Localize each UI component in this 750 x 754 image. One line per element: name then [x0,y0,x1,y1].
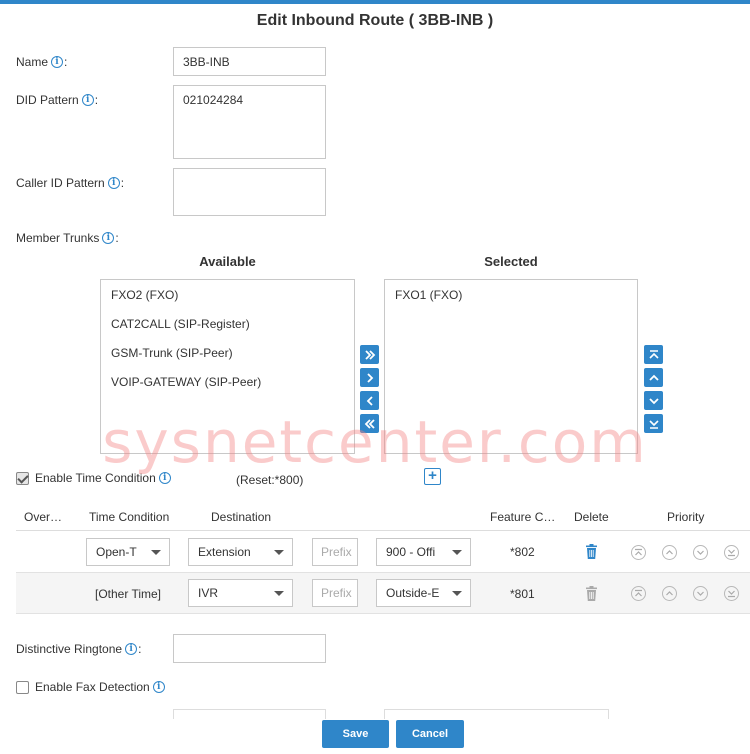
move-bottom-button[interactable] [644,414,663,433]
time-condition-value: [Other Time] [95,587,162,601]
column-header: Priority [667,510,705,524]
chevron-up-icon [648,374,659,381]
move-top-button[interactable] [644,345,663,364]
feature-code: *802 [510,545,535,559]
destination-select[interactable]: 900 - Offi [376,538,471,566]
move-all-right-button[interactable] [360,345,379,364]
distinctive-ringtone-field[interactable] [173,634,326,663]
feature-code: *801 [510,587,535,601]
page-title: Edit Inbound Route ( 3BB-INB ) [256,12,494,29]
reset-feature-code: (Reset:*800) [236,473,304,487]
list-item[interactable]: CAT2CALL (SIP-Register) [101,310,354,339]
top-accent-bar [0,0,750,4]
list-item[interactable]: VOIP-GATEWAY (SIP-Peer) [101,368,354,397]
move-top-icon [648,349,659,359]
chevron-down-icon [151,550,161,555]
save-button[interactable]: Save [322,720,389,748]
info-icon[interactable]: i [81,94,94,106]
destination-select[interactable]: Outside-E [376,579,471,607]
did-pattern-field[interactable]: 021024284 [173,85,326,159]
prefix-input[interactable]: Prefix [312,538,358,566]
trash-icon [586,586,597,601]
move-down-icon[interactable] [693,586,708,601]
name-field[interactable]: 3BB-INB [173,47,326,76]
move-up-icon[interactable] [662,545,677,560]
enable-fax-detection-label: Enable Fax Detection [35,680,150,694]
prefix-input[interactable]: Prefix [312,579,358,607]
column-header: Time Condition [89,510,170,524]
distinctive-ringtone-label: Distinctive Ringtone [16,642,123,656]
chevron-down-icon [452,591,462,596]
partial-field [384,709,609,719]
list-item[interactable]: FXO1 (FXO) [385,281,637,310]
info-icon[interactable]: i [158,472,171,484]
chevron-down-icon [648,397,659,404]
trunks-label-row: Member Trunks i: [16,231,119,245]
time-condition-select[interactable]: Open-T [86,538,170,566]
move-down-button[interactable] [644,391,663,410]
info-icon[interactable]: i [51,56,64,68]
name-label: Name [16,55,49,69]
list-item[interactable]: GSM-Trunk (SIP-Peer) [101,339,354,368]
info-icon[interactable]: i [107,177,120,189]
trash-icon[interactable] [585,544,598,559]
info-icon[interactable]: i [125,643,138,655]
table-row: [Other Time] IVR Prefix Outside-E *801 [16,573,750,614]
chevron-down-icon [274,591,284,596]
did-label-row: DID Pattern i: [16,93,99,107]
add-time-condition-button[interactable]: + [424,468,441,485]
table-row: Open-T Extension Prefix 900 - Offi *802 [16,532,750,573]
move-right-button[interactable] [360,368,379,387]
column-header: Destination [211,510,272,524]
time-condition-toggle-row[interactable]: Enable Time Condition i [16,471,171,485]
info-icon[interactable]: i [102,232,115,244]
callerid-label-row: Caller ID Pattern i: [16,176,125,190]
selected-heading: Selected [484,254,538,269]
move-up-icon[interactable] [662,586,677,601]
chevron-down-icon [274,550,284,555]
partial-field [173,709,326,719]
info-icon[interactable]: i [152,681,165,693]
list-item[interactable]: FXO2 (FXO) [101,281,354,310]
double-chevron-right-icon [364,349,375,360]
fax-detection-checkbox[interactable] [16,680,29,694]
destination-type-select[interactable]: Extension [188,538,293,566]
column-header: Over… [24,510,63,524]
enable-time-condition-label: Enable Time Condition [35,471,156,485]
member-trunks-label: Member Trunks [16,231,100,245]
move-bottom-icon[interactable] [724,586,739,601]
move-down-icon[interactable] [693,545,708,560]
selected-trunks-list[interactable]: FXO1 (FXO) [384,279,638,454]
cancel-button[interactable]: Cancel [396,720,464,748]
name-label-row: Name i: [16,55,68,69]
move-top-icon[interactable] [631,586,646,601]
column-header: Delete [574,510,609,524]
double-chevron-left-icon [364,418,375,429]
available-heading: Available [199,254,256,269]
column-header: Feature C… [490,510,556,524]
chevron-down-icon [452,550,462,555]
time-condition-checkbox[interactable] [16,471,29,485]
move-top-icon[interactable] [631,545,646,560]
chevron-right-icon [366,372,373,383]
move-left-button[interactable] [360,391,379,410]
destination-type-select[interactable]: IVR [188,579,293,607]
did-pattern-label: DID Pattern [16,93,79,107]
move-all-left-button[interactable] [360,414,379,433]
available-trunks-list[interactable]: FXO2 (FXO) CAT2CALL (SIP-Register) GSM-T… [100,279,355,454]
move-up-button[interactable] [644,368,663,387]
distinctive-label-row: Distinctive Ringtone i: [16,642,142,656]
move-bottom-icon[interactable] [724,545,739,560]
caller-id-pattern-field[interactable] [173,168,326,216]
caller-id-pattern-label: Caller ID Pattern [16,176,105,190]
time-condition-table-header: Over… Time Condition Destination Feature… [16,503,750,531]
fax-toggle-row[interactable]: Enable Fax Detection i [16,680,165,694]
move-bottom-icon [648,419,659,429]
chevron-left-icon [366,395,373,406]
